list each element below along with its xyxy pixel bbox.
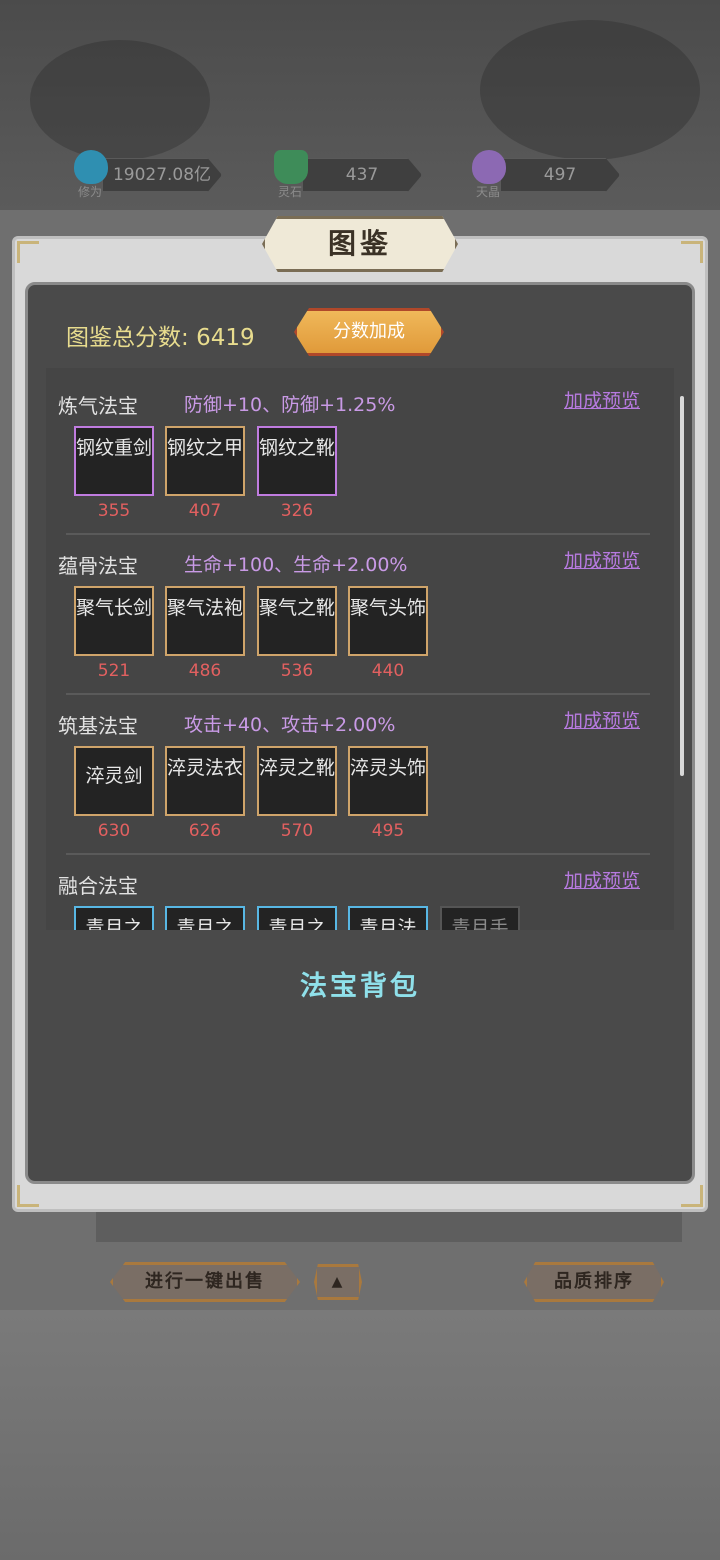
item-score: 630 xyxy=(97,821,131,841)
item-card[interactable]: 青月之 xyxy=(74,906,154,930)
item-card[interactable]: 青月之 xyxy=(257,906,337,930)
category-ronghe: 融合法宝 加成预览 青月之 青月之 青月之 青月法 青月手 xyxy=(46,848,674,930)
one-click-sell-button[interactable]: 进行一键出售 xyxy=(110,1262,300,1302)
quality-sort-button[interactable]: 品质排序 xyxy=(524,1262,664,1302)
item-card[interactable]: 聚气头饰 xyxy=(348,586,428,656)
item-score: 326 xyxy=(280,501,314,521)
bamboo-leaf-decor xyxy=(30,40,210,160)
item-score: 536 xyxy=(280,661,314,681)
category-bonus: 防御+10、防御+1.25% xyxy=(184,394,396,416)
item-score: 570 xyxy=(280,821,314,841)
category-list[interactable]: 炼气法宝 防御+10、防御+1.25% 加成预览 钢纹重剑 355 钢纹之甲 4… xyxy=(46,368,674,930)
panel-title: 图鉴 xyxy=(327,227,392,260)
category-bonus: 攻击+40、攻击+2.00% xyxy=(184,714,396,736)
item-card[interactable]: 青月手 xyxy=(440,906,520,930)
resource-label: 修为 xyxy=(78,185,103,199)
item-card[interactable]: 淬灵法衣 xyxy=(165,746,245,816)
item-card[interactable]: 淬灵剑 xyxy=(74,746,154,816)
corner-ornament xyxy=(17,1185,39,1207)
resource-label: 天晶 xyxy=(476,185,501,199)
item-card[interactable]: 聚气之靴 xyxy=(257,586,337,656)
category-bonus: 生命+100、生命+2.00% xyxy=(184,554,408,576)
item-card[interactable]: 淬灵头饰 xyxy=(348,746,428,816)
bonus-preview-link[interactable]: 加成预览 xyxy=(564,706,640,733)
item-card[interactable]: 聚气法袍 xyxy=(165,586,245,656)
item-score: 486 xyxy=(188,661,222,681)
item-card[interactable]: 青月法 xyxy=(348,906,428,930)
corner-ornament xyxy=(681,1185,703,1207)
category-zhuji: 筑基法宝 攻击+40、攻击+2.00% 加成预览 淬灵剑 630 淬灵法衣 62… xyxy=(46,688,674,855)
resource-xiuwei: 19027.08亿 修为 xyxy=(74,150,234,200)
resource-tianjing: 497 天晶 xyxy=(472,150,632,200)
item-score: 407 xyxy=(188,501,222,521)
corner-ornament xyxy=(681,241,703,263)
total-score: 图鉴总分数: 6419 xyxy=(66,318,255,352)
item-card[interactable]: 钢纹之甲 xyxy=(165,426,245,496)
bamboo-leaf-decor xyxy=(480,20,700,160)
resource-value: 437 xyxy=(302,158,422,192)
item-card[interactable]: 淬灵之靴 xyxy=(257,746,337,816)
item-score: 355 xyxy=(97,501,131,521)
resource-label: 灵石 xyxy=(278,185,303,199)
category-name: 融合法宝 xyxy=(58,874,138,898)
water-flame-icon xyxy=(74,150,108,184)
bonus-preview-link[interactable]: 加成预览 xyxy=(564,546,640,573)
corner-ornament xyxy=(17,241,39,263)
bag-title: 法宝背包 xyxy=(300,971,420,1002)
footer-strip xyxy=(96,1212,682,1242)
category-name: 炼气法宝 xyxy=(58,394,138,418)
category-lianqi: 炼气法宝 防御+10、防御+1.25% 加成预览 钢纹重剑 355 钢纹之甲 4… xyxy=(46,368,674,535)
purple-gem-icon xyxy=(472,150,506,184)
resource-value: 19027.08亿 xyxy=(102,158,222,192)
treasure-bag: 法宝背包 xyxy=(58,954,662,1158)
score-value: 6419 xyxy=(196,325,255,351)
item-score: 521 xyxy=(97,661,131,681)
item-card[interactable]: 钢纹重剑 xyxy=(74,426,154,496)
category-yungu: 蕴骨法宝 生命+100、生命+2.00% 加成预览 聚气长剑 521 聚气法袍 … xyxy=(46,528,674,695)
list-scrollbar[interactable] xyxy=(680,396,684,776)
score-bonus-button[interactable]: 分数加成 xyxy=(294,308,444,356)
item-score: 440 xyxy=(371,661,405,681)
item-score: 626 xyxy=(188,821,222,841)
item-card[interactable]: 聚气长剑 xyxy=(74,586,154,656)
item-score: 495 xyxy=(371,821,405,841)
item-card[interactable]: 青月之 xyxy=(165,906,245,930)
bonus-preview-link[interactable]: 加成预览 xyxy=(564,386,640,413)
panel-title-plate: 图鉴 xyxy=(262,216,458,272)
category-name: 筑基法宝 xyxy=(58,714,138,738)
item-card[interactable]: 钢纹之靴 xyxy=(257,426,337,496)
resource-lingshi: 437 灵石 xyxy=(274,150,434,200)
category-name: 蕴骨法宝 xyxy=(58,554,138,578)
resource-value: 497 xyxy=(500,158,620,192)
bonus-preview-link[interactable]: 加成预览 xyxy=(564,866,640,893)
crystal-icon xyxy=(274,150,308,184)
background-bottom xyxy=(0,1310,720,1560)
chevron-up-icon[interactable]: ▲ xyxy=(314,1264,362,1300)
score-label: 图鉴总分数: xyxy=(66,325,189,351)
